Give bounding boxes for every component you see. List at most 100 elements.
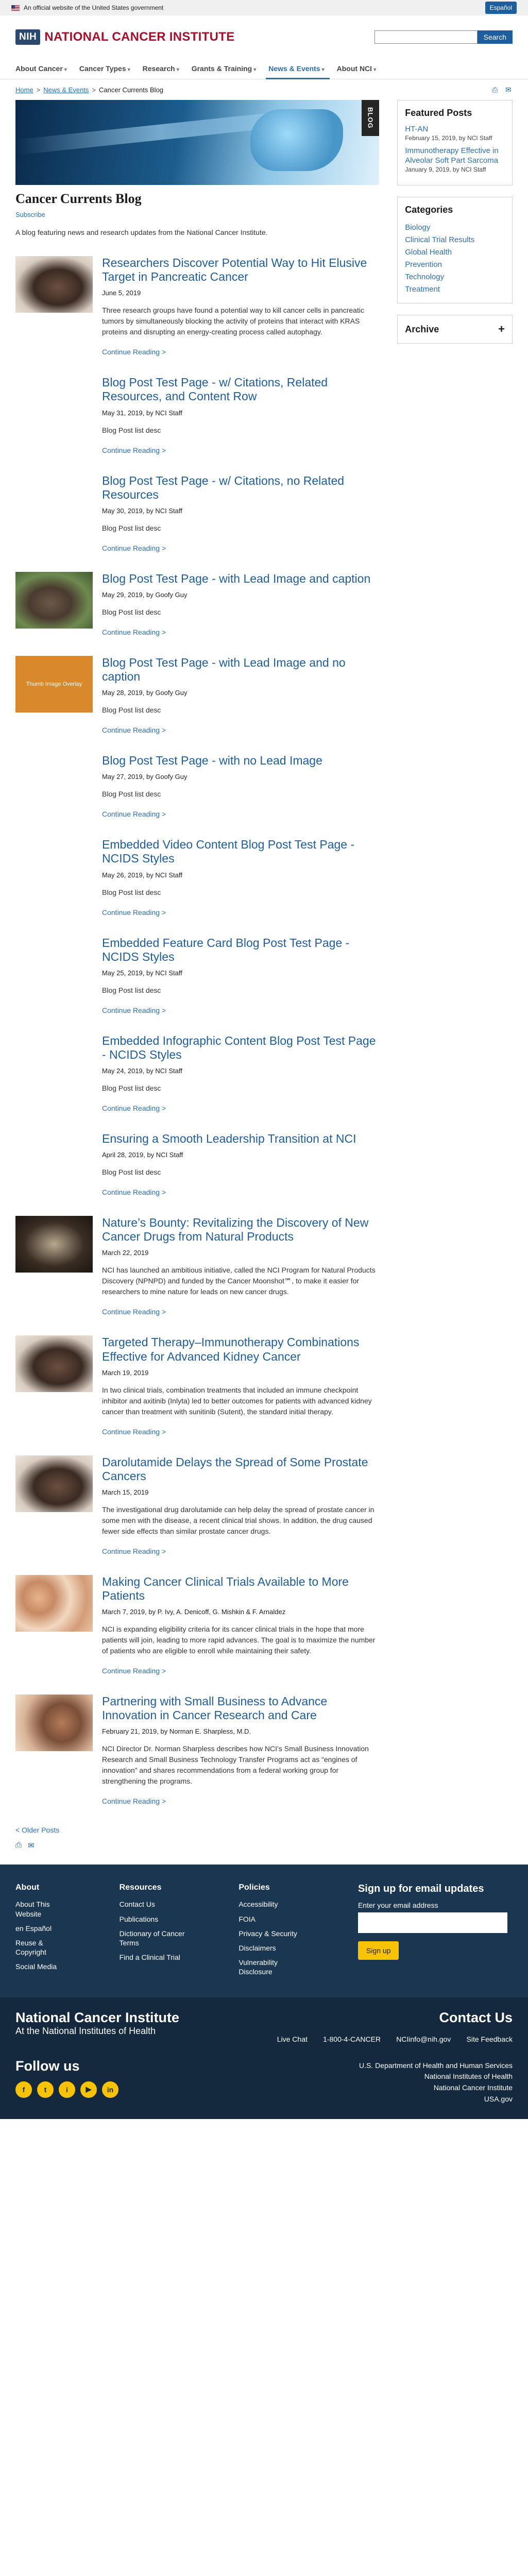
footer-link[interactable]: Publications <box>120 1914 192 1924</box>
post-title-link[interactable]: Nature’s Bounty: Revitalizing the Discov… <box>102 1216 379 1244</box>
continue-reading-link[interactable]: Continue Reading > <box>102 1104 379 1112</box>
post-title-link[interactable]: Darolutamide Delays the Spread of Some P… <box>102 1455 379 1483</box>
category-link-clinical-trial-results[interactable]: Clinical Trial Results <box>405 234 505 246</box>
footer-link[interactable]: Reuse & Copyright <box>15 1938 72 1957</box>
featured-post-link[interactable]: Immunotherapy Effective in Alveolar Soft… <box>405 146 505 166</box>
nci-logo[interactable]: NIH NATIONAL CANCER INSTITUTE <box>15 29 235 45</box>
featured-post-link[interactable]: HT-AN <box>405 125 505 134</box>
blog-post: Thumb Image Overlay Blog Post Test Page -… <box>15 655 379 734</box>
nav-about-nci[interactable]: About NCI ▾ <box>337 64 388 79</box>
post-title-link[interactable]: Embedded Feature Card Blog Post Test Pag… <box>102 936 379 964</box>
facebook-icon[interactable]: f <box>15 2081 32 2098</box>
agency-link-nih[interactable]: National Institutes of Health <box>359 2071 513 2082</box>
agency-link-usagov[interactable]: USA.gov <box>359 2094 513 2105</box>
post-title-link[interactable]: Partnering with Small Business to Advanc… <box>102 1694 379 1722</box>
agency-link-nci[interactable]: National Cancer Institute <box>359 2082 513 2094</box>
nav-cancer-types[interactable]: Cancer Types ▾ <box>79 64 143 79</box>
post-thumbnail[interactable]: Thumb Image Overlay <box>15 655 93 713</box>
email-link[interactable]: NCIinfo@nih.gov <box>396 2035 451 2043</box>
agency-link-hhs[interactable]: U.S. Department of Health and Human Serv… <box>359 2060 513 2072</box>
nav-grants-training[interactable]: Grants & Training ▾ <box>192 64 269 79</box>
continue-reading-link[interactable]: Continue Reading > <box>102 908 379 917</box>
continue-reading-link[interactable]: Continue Reading > <box>102 1006 379 1014</box>
continue-reading-link[interactable]: Continue Reading > <box>102 446 379 454</box>
category-link-prevention[interactable]: Prevention <box>405 259 505 271</box>
continue-reading-link[interactable]: Continue Reading > <box>102 1797 379 1805</box>
subscribe-link[interactable]: Subscribe <box>15 211 45 218</box>
post-title-link[interactable]: Embedded Video Content Blog Post Test Pa… <box>102 838 379 866</box>
email-input[interactable] <box>357 1912 507 1934</box>
continue-reading-link[interactable]: Continue Reading > <box>102 1667 379 1675</box>
post-thumbnail[interactable] <box>15 1455 93 1512</box>
post-title-link[interactable]: Blog Post Test Page - with no Lead Image <box>102 754 379 768</box>
post-title-link[interactable]: Researchers Discover Potential Way to Hi… <box>102 256 379 284</box>
post-title-link[interactable]: Blog Post Test Page - with Lead Image an… <box>102 572 379 586</box>
post-thumbnail[interactable] <box>15 1335 93 1393</box>
continue-reading-link[interactable]: Continue Reading > <box>102 628 379 636</box>
category-link-technology[interactable]: Technology <box>405 271 505 283</box>
phone-link[interactable]: 1-800-4-CANCER <box>323 2035 381 2043</box>
footer-link[interactable]: Find a Clinical Trial <box>120 1953 192 1962</box>
category-link-global-health[interactable]: Global Health <box>405 246 505 259</box>
footer-link[interactable]: Accessibility <box>239 1900 311 1909</box>
email-icon[interactable]: ✉ <box>28 1841 35 1850</box>
footer-link[interactable]: Contact Us <box>120 1900 192 1909</box>
post-title-link[interactable]: Targeted Therapy–Immunotherapy Combinati… <box>102 1335 379 1363</box>
continue-reading-link[interactable]: Continue Reading > <box>102 1547 379 1555</box>
footer-link[interactable]: Disclaimers <box>239 1943 311 1953</box>
footer-link[interactable]: Vulnerability Disclosure <box>239 1958 311 1976</box>
post-thumbnail[interactable] <box>15 256 93 313</box>
breadcrumb-home[interactable]: Home <box>15 86 33 94</box>
archive-toggle[interactable]: Archive + <box>397 315 513 344</box>
post-content: Making Cancer Clinical Trials Available … <box>102 1575 379 1675</box>
continue-reading-link[interactable]: Continue Reading > <box>102 726 379 734</box>
site-feedback-link[interactable]: Site Feedback <box>467 2035 513 2043</box>
nav-research[interactable]: Research ▾ <box>143 64 192 79</box>
search-button[interactable]: Search <box>477 30 513 44</box>
instagram-icon[interactable]: i <box>59 2081 75 2098</box>
post-title-link[interactable]: Blog Post Test Page - w/ Citations, no R… <box>102 474 379 502</box>
breadcrumb-news-events[interactable]: News & Events <box>43 86 89 94</box>
print-icon[interactable]: ⎙ <box>15 1841 22 1850</box>
footer-resources-column: Resources Contact Us Publications Dictio… <box>120 1883 192 1981</box>
post-title-link[interactable]: Blog Post Test Page - w/ Citations, Rela… <box>102 376 379 403</box>
continue-reading-link[interactable]: Continue Reading > <box>102 348 379 356</box>
footer-link[interactable]: Privacy & Security <box>239 1929 311 1938</box>
older-posts-link[interactable]: < Older Posts <box>15 1826 59 1834</box>
footer-link[interactable]: About This Website <box>15 1900 72 1918</box>
continue-reading-link[interactable]: Continue Reading > <box>102 1428 379 1436</box>
footer-link[interactable]: en Español <box>15 1924 72 1933</box>
post-title-link[interactable]: Making Cancer Clinical Trials Available … <box>102 1575 379 1603</box>
search-input[interactable] <box>374 30 478 44</box>
post-description: Blog Post list desc <box>102 986 161 994</box>
footer-bottom: National Cancer Institute At the Nationa… <box>0 1997 528 2120</box>
post-date: June 5, 2019 <box>102 289 141 297</box>
continue-reading-link[interactable]: Continue Reading > <box>102 1308 379 1316</box>
continue-reading-link[interactable]: Continue Reading > <box>102 544 379 552</box>
live-chat-link[interactable]: Live Chat <box>277 2035 308 2043</box>
post-thumbnail[interactable] <box>15 1694 93 1752</box>
nav-about-cancer[interactable]: About Cancer ▾ <box>15 64 79 79</box>
post-thumbnail[interactable] <box>15 1216 93 1273</box>
post-title-link[interactable]: Ensuring a Smooth Leadership Transition … <box>102 1132 379 1146</box>
nav-news-events[interactable]: News & Events ▾ <box>266 64 336 79</box>
footer-link[interactable]: Dictionary of Cancer Terms <box>120 1929 192 1947</box>
footer-link[interactable]: FOIA <box>239 1914 311 1924</box>
espanol-button[interactable]: Español <box>485 2 517 14</box>
post-title-link[interactable]: Blog Post Test Page - with Lead Image an… <box>102 656 379 684</box>
category-link-biology[interactable]: Biology <box>405 222 505 234</box>
print-icon[interactable]: ⎙ <box>492 86 499 93</box>
category-link-treatment[interactable]: Treatment <box>405 283 505 296</box>
signup-button[interactable]: Sign up <box>357 1941 399 1960</box>
linkedin-icon[interactable]: in <box>102 2081 118 2098</box>
post-thumbnail[interactable] <box>15 571 93 629</box>
post-title-link[interactable]: Embedded Infographic Content Blog Post T… <box>102 1034 379 1062</box>
continue-reading-link[interactable]: Continue Reading > <box>102 1188 379 1196</box>
footer-link[interactable]: Social Media <box>15 1962 72 1971</box>
nav-label: Cancer Types <box>79 64 126 73</box>
email-icon[interactable]: ✉ <box>505 86 513 93</box>
twitter-icon[interactable]: t <box>37 2081 54 2098</box>
youtube-icon[interactable]: ▶ <box>80 2081 97 2098</box>
post-thumbnail[interactable] <box>15 1574 93 1632</box>
continue-reading-link[interactable]: Continue Reading > <box>102 810 379 818</box>
